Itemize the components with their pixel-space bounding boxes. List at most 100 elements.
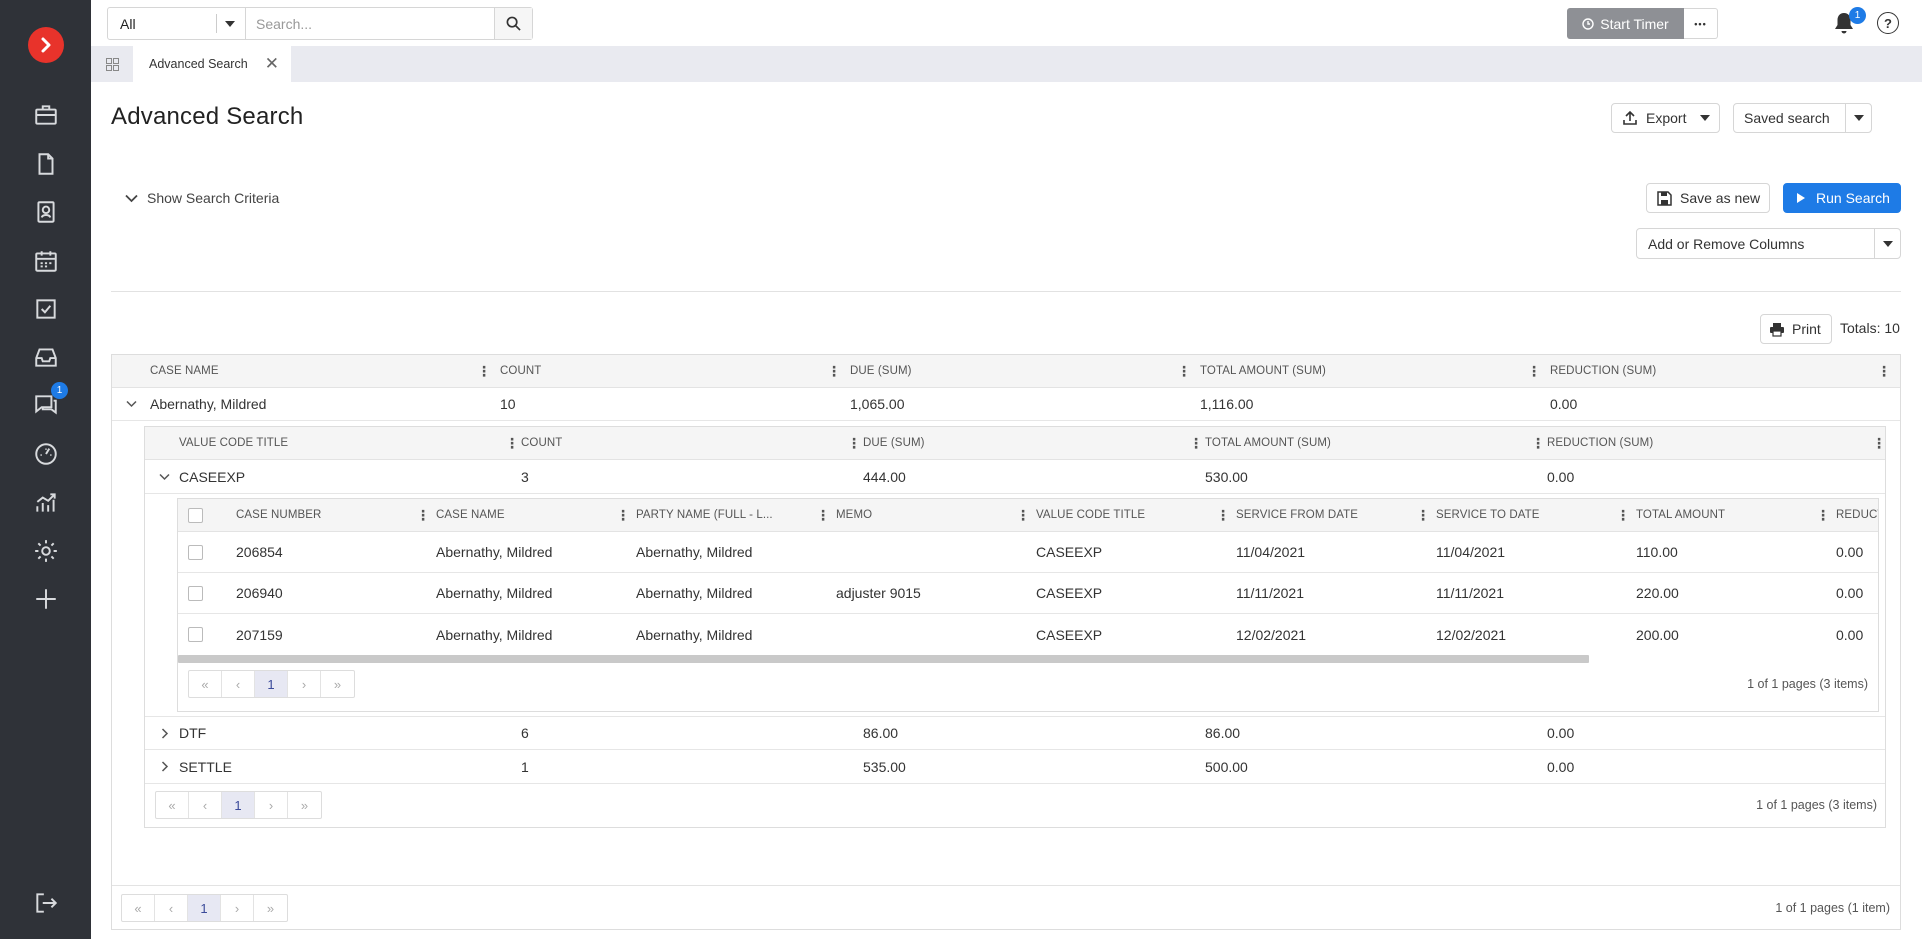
document-icon[interactable]: [29, 147, 63, 181]
column-header[interactable]: PARTY NAME (FULL - L...: [636, 499, 806, 531]
column-menu-icon[interactable]: ⋮: [1877, 355, 1891, 387]
column-menu-icon[interactable]: ⋮: [827, 355, 841, 387]
column-menu-icon[interactable]: ⋮: [1177, 355, 1191, 387]
column-menu-icon[interactable]: ⋮: [416, 499, 430, 531]
column-header[interactable]: SERVICE TO DATE: [1436, 499, 1540, 531]
start-timer-button[interactable]: Start Timer: [1567, 8, 1684, 39]
calendar-icon[interactable]: [29, 244, 63, 278]
more-options-button[interactable]: •••: [1684, 8, 1718, 39]
table-row[interactable]: DTF 6 86.00 86.00 0.00: [145, 716, 1885, 750]
table-row[interactable]: 206940 Abernathy, Mildred Abernathy, Mil…: [178, 573, 1878, 614]
column-header[interactable]: DUE (SUM): [863, 427, 925, 459]
contact-card-icon[interactable]: [29, 195, 63, 229]
last-page-icon[interactable]: »: [288, 792, 321, 818]
table-row[interactable]: SETTLE 1 535.00 500.00 0.00: [145, 750, 1885, 784]
column-header[interactable]: REDUCT: [1836, 499, 1878, 531]
column-header[interactable]: REDUCTION (SUM): [1550, 355, 1656, 387]
column-menu-icon[interactable]: ⋮: [1872, 427, 1886, 459]
column-menu-icon[interactable]: ⋮: [477, 355, 491, 387]
row-checkbox[interactable]: [188, 545, 203, 560]
task-check-icon[interactable]: [29, 292, 63, 326]
reports-chart-icon[interactable]: [29, 486, 63, 520]
table-row[interactable]: 207159 Abernathy, Mildred Abernathy, Mil…: [178, 614, 1878, 655]
row-checkbox[interactable]: [188, 627, 203, 642]
column-menu-icon[interactable]: ⋮: [1531, 427, 1545, 459]
last-page-icon[interactable]: »: [321, 671, 354, 697]
column-menu-icon[interactable]: ⋮: [1216, 499, 1230, 531]
chevron-down-icon[interactable]: [126, 388, 137, 420]
app-logo-icon[interactable]: [28, 27, 64, 63]
next-page-icon[interactable]: ›: [221, 895, 254, 921]
show-search-criteria-toggle[interactable]: Show Search Criteria: [125, 190, 279, 206]
horizontal-scrollbar[interactable]: [178, 655, 1589, 663]
columns-dropdown[interactable]: [1874, 229, 1900, 258]
inbox-icon[interactable]: [29, 340, 63, 374]
run-search-button[interactable]: Run Search: [1783, 183, 1901, 213]
column-header[interactable]: VALUE CODE TITLE: [179, 427, 288, 459]
column-menu-icon[interactable]: ⋮: [1816, 499, 1830, 531]
row-checkbox[interactable]: [188, 586, 203, 601]
help-icon[interactable]: ?: [1877, 12, 1899, 34]
table-row[interactable]: 206854 Abernathy, Mildred Abernathy, Mil…: [178, 532, 1878, 573]
last-page-icon[interactable]: »: [254, 895, 287, 921]
print-button[interactable]: Print: [1760, 314, 1832, 344]
save-as-new-button[interactable]: Save as new: [1646, 183, 1770, 213]
chat-icon[interactable]: 1: [29, 382, 68, 422]
column-menu-icon[interactable]: ⋮: [505, 427, 519, 459]
chevron-right-icon[interactable]: [161, 717, 169, 749]
apps-grid-icon[interactable]: [91, 46, 133, 82]
settings-gear-icon[interactable]: [29, 534, 63, 568]
prev-page-icon[interactable]: ‹: [155, 895, 188, 921]
column-header[interactable]: COUNT: [521, 427, 562, 459]
column-header[interactable]: SERVICE FROM DATE: [1236, 499, 1358, 531]
prev-page-icon[interactable]: ‹: [189, 792, 222, 818]
dashboard-gauge-icon[interactable]: [29, 437, 63, 471]
table-row[interactable]: Abernathy, Mildred 10 1,065.00 1,116.00 …: [112, 388, 1900, 421]
next-page-icon[interactable]: ›: [255, 792, 288, 818]
column-menu-icon[interactable]: ⋮: [1016, 499, 1030, 531]
briefcase-icon[interactable]: [29, 98, 63, 132]
column-header[interactable]: DUE (SUM): [850, 355, 912, 387]
table-row[interactable]: CASEEXP 3 444.00 530.00 0.00: [145, 460, 1885, 494]
close-icon[interactable]: ✕: [265, 55, 279, 72]
page-number[interactable]: 1: [222, 792, 255, 818]
search-scope-select[interactable]: All: [108, 8, 246, 39]
column-header[interactable]: TOTAL AMOUNT (SUM): [1200, 355, 1326, 387]
tab-advanced-search[interactable]: Advanced Search ✕: [133, 46, 291, 82]
column-header[interactable]: CASE NUMBER: [236, 499, 321, 531]
column-header[interactable]: CASE NAME: [436, 499, 505, 531]
first-page-icon[interactable]: «: [189, 671, 222, 697]
chevron-down-icon[interactable]: [159, 460, 170, 493]
add-remove-columns-select[interactable]: Add or Remove Columns: [1636, 228, 1901, 259]
saved-search-button[interactable]: Saved search: [1733, 103, 1872, 133]
export-button[interactable]: Export: [1611, 103, 1720, 133]
search-button[interactable]: [494, 8, 532, 39]
first-page-icon[interactable]: «: [122, 895, 155, 921]
next-page-icon[interactable]: ›: [288, 671, 321, 697]
column-header[interactable]: TOTAL AMOUNT: [1636, 499, 1725, 531]
column-menu-icon[interactable]: ⋮: [847, 427, 861, 459]
page-number[interactable]: 1: [255, 671, 288, 697]
column-menu-icon[interactable]: ⋮: [1416, 499, 1430, 531]
column-menu-icon[interactable]: ⋮: [816, 499, 830, 531]
column-menu-icon[interactable]: ⋮: [1527, 355, 1541, 387]
column-header[interactable]: VALUE CODE TITLE: [1036, 499, 1145, 531]
add-plus-icon[interactable]: [29, 582, 63, 616]
select-all-checkbox[interactable]: [188, 508, 203, 523]
first-page-icon[interactable]: «: [156, 792, 189, 818]
column-header[interactable]: COUNT: [500, 355, 541, 387]
column-menu-icon[interactable]: ⋮: [1189, 427, 1203, 459]
column-header[interactable]: TOTAL AMOUNT (SUM): [1205, 427, 1331, 459]
search-input[interactable]: [246, 8, 494, 39]
column-header[interactable]: MEMO: [836, 499, 872, 531]
column-menu-icon[interactable]: ⋮: [616, 499, 630, 531]
prev-page-icon[interactable]: ‹: [222, 671, 255, 697]
page-number[interactable]: 1: [188, 895, 221, 921]
chevron-right-icon[interactable]: [161, 750, 169, 783]
logout-icon[interactable]: [29, 886, 63, 920]
column-header[interactable]: CASE NAME: [150, 355, 219, 387]
cell-party-name: Abernathy, Mildred: [636, 544, 753, 560]
saved-search-dropdown[interactable]: [1845, 104, 1871, 132]
column-header[interactable]: REDUCTION (SUM): [1547, 427, 1653, 459]
column-menu-icon[interactable]: ⋮: [1616, 499, 1630, 531]
